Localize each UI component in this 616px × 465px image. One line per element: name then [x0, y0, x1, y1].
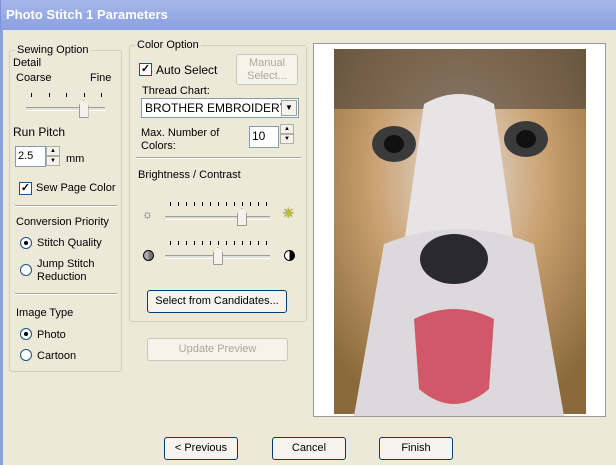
detail-slider-track[interactable]: [26, 107, 105, 111]
slider-tick: [210, 202, 211, 206]
slider-tick: [170, 202, 171, 206]
slider-tick: [194, 241, 195, 245]
preview-image: [313, 43, 606, 417]
slider-tick: [242, 202, 243, 206]
image-type-label: Image Type: [16, 307, 74, 319]
slider-tick: [170, 241, 171, 245]
max-colors-spinner[interactable]: ▲ ▼: [280, 124, 294, 144]
chevron-down-icon[interactable]: ▼: [281, 100, 297, 116]
slider-tick: [266, 241, 267, 245]
detail-slider-ticks: [31, 93, 102, 97]
coarse-label: Coarse: [16, 72, 52, 84]
slider-tick: [234, 202, 235, 206]
spin-down-icon[interactable]: ▼: [46, 156, 60, 166]
slider-tick: [258, 202, 259, 206]
fine-label: Fine: [90, 72, 112, 84]
separator: [15, 293, 117, 295]
jump-stitch-label: Jump Stitch Reduction: [37, 258, 95, 283]
manual-select-button[interactable]: Manual Select...: [236, 54, 298, 85]
slider-tick: [66, 93, 67, 97]
slider-tick: [250, 202, 251, 206]
finish-button[interactable]: Finish: [379, 437, 453, 460]
spin-down-icon[interactable]: ▼: [280, 134, 294, 144]
title-bar: Photo Stitch 1 Parameters: [0, 0, 616, 30]
cartoon-label: Cartoon: [37, 350, 77, 362]
slider-tick: [226, 202, 227, 206]
slider-tick: [178, 241, 179, 245]
color-option-legend: Color Option: [135, 39, 201, 51]
slider-tick: [226, 241, 227, 245]
slider-tick: [178, 202, 179, 206]
slider-tick: [258, 241, 259, 245]
detail-label: Detail: [13, 57, 42, 69]
jump-stitch-radio[interactable]: [20, 264, 32, 276]
spin-up-icon[interactable]: ▲: [280, 124, 294, 134]
auto-select-label: Auto Select: [156, 63, 218, 77]
cancel-button[interactable]: Cancel: [272, 437, 346, 460]
slider-tick: [250, 241, 251, 245]
thread-chart-value: BROTHER EMBROIDERY: [145, 101, 288, 115]
slider-tick: [202, 241, 203, 245]
select-from-candidates-button[interactable]: Select from Candidates...: [147, 290, 287, 313]
max-colors-input[interactable]: 10: [249, 126, 279, 148]
slider-tick: [186, 241, 187, 245]
run-pitch-unit: mm: [66, 153, 85, 165]
slider-tick: [31, 93, 32, 97]
thread-chart-select[interactable]: BROTHER EMBROIDERY ▼: [141, 98, 299, 118]
stitch-quality-radio[interactable]: [20, 237, 32, 249]
slider-tick: [83, 93, 85, 97]
brightness-high-icon: ☀: [282, 205, 295, 221]
slider-tick: [234, 241, 235, 245]
sewing-option-group: Sewing Option: [9, 44, 122, 372]
max-colors-label: Max. Number of Colors:: [141, 127, 220, 152]
cartoon-radio[interactable]: [20, 349, 32, 361]
previous-button[interactable]: < Previous: [164, 437, 238, 460]
brightness-slider-ticks: [170, 202, 267, 206]
slider-tick: [218, 202, 219, 206]
slider-tick: [202, 202, 203, 206]
dog-photo-preview: [334, 49, 586, 416]
thread-chart-label: Thread Chart:: [142, 85, 210, 97]
slider-tick: [194, 202, 195, 206]
brightness-contrast-label: Brightness / Contrast: [138, 169, 241, 181]
slider-tick: [210, 241, 211, 245]
sewing-option-legend: Sewing Option: [15, 44, 91, 56]
slider-tick: [266, 202, 267, 206]
slider-tick: [218, 241, 219, 245]
spin-up-icon[interactable]: ▲: [46, 146, 60, 156]
slider-tick: [48, 93, 50, 97]
contrast-low-icon: [143, 250, 154, 261]
brightness-low-icon: ☼: [142, 207, 153, 221]
sew-page-color-label: Sew Page Color: [36, 182, 116, 194]
slider-tick: [186, 202, 187, 206]
separator: [15, 205, 117, 207]
brightness-slider-track[interactable]: [165, 216, 270, 220]
photo-label: Photo: [37, 329, 66, 341]
sew-page-color-checkbox[interactable]: ✓: [19, 182, 32, 195]
conversion-priority-label: Conversion Priority: [16, 216, 109, 228]
run-pitch-label: Run Pitch: [13, 125, 66, 139]
auto-select-checkbox[interactable]: ✓: [139, 63, 152, 76]
update-preview-button[interactable]: Update Preview: [147, 338, 288, 361]
contrast-high-icon: [284, 250, 295, 261]
window-title: Photo Stitch 1 Parameters: [6, 7, 168, 22]
slider-tick: [101, 93, 102, 97]
run-pitch-spinner[interactable]: ▲ ▼: [46, 146, 60, 166]
stitch-quality-label: Stitch Quality: [37, 237, 102, 249]
photo-radio[interactable]: [20, 328, 32, 340]
contrast-slider-ticks: [170, 241, 267, 245]
run-pitch-input[interactable]: 2.5: [15, 146, 46, 167]
slider-tick: [242, 241, 243, 245]
separator: [136, 157, 301, 159]
window-border: [0, 30, 3, 465]
